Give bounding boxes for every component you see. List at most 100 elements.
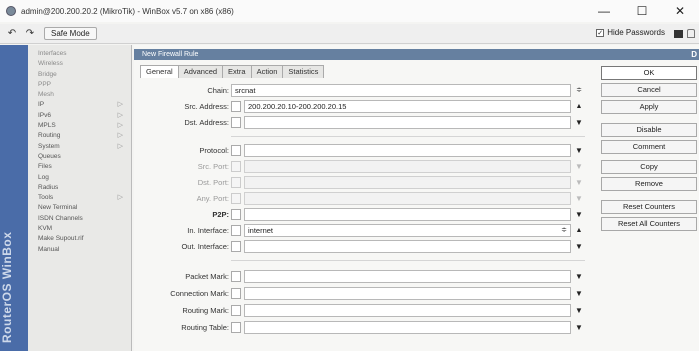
disable-button[interactable]: Disable bbox=[601, 123, 697, 137]
sidebar-item[interactable]: ISDN Channels bbox=[30, 214, 131, 224]
sidebar-item-label: Make Supout.rif bbox=[38, 235, 84, 243]
in-interface-negate-checkbox[interactable] bbox=[231, 225, 241, 236]
safe-mode-button[interactable]: Safe Mode bbox=[44, 27, 97, 40]
reset-all-counters-button[interactable]: Reset All Counters bbox=[601, 217, 697, 231]
close-button[interactable]: ✕ bbox=[661, 0, 699, 22]
sidebar-item-label: Routing bbox=[38, 132, 61, 140]
chain-select[interactable]: srcnat bbox=[231, 84, 571, 97]
sidebar-item[interactable]: MPLS ▷ bbox=[30, 121, 131, 131]
redo-icon[interactable]: ↷ bbox=[24, 28, 36, 39]
undo-icon[interactable]: ↶ bbox=[6, 28, 18, 39]
tab-statistics[interactable]: Statistics bbox=[282, 65, 325, 78]
out-interface-dropdown-icon[interactable]: ▼ bbox=[573, 241, 585, 253]
routing-mark-row: Routing Mark: ▼ bbox=[134, 303, 594, 319]
protocol-negate-checkbox[interactable] bbox=[231, 145, 241, 156]
p2p-dropdown-icon[interactable]: ▼ bbox=[573, 209, 585, 221]
ok-button[interactable]: OK bbox=[601, 66, 697, 80]
reset-counters-button[interactable]: Reset Counters bbox=[601, 200, 697, 214]
dialog-title-right-icon[interactable]: D bbox=[691, 49, 697, 60]
src-address-collapse-icon[interactable]: ▲ bbox=[573, 101, 585, 113]
hide-passwords-checkbox[interactable]: ✓ bbox=[596, 28, 605, 37]
src-address-row: Src. Address: 200.200.20.10-200.200.20.1… bbox=[134, 99, 594, 115]
routing-table-negate-checkbox[interactable] bbox=[231, 322, 241, 333]
submenu-arrow-icon: ▷ bbox=[117, 142, 123, 150]
dst-port-row: Dst. Port: ▼ bbox=[134, 175, 594, 191]
tab-general[interactable]: General bbox=[140, 65, 179, 78]
protocol-select[interactable] bbox=[244, 144, 571, 157]
routing-table-select[interactable] bbox=[244, 321, 571, 334]
p2p-select[interactable] bbox=[244, 208, 571, 221]
sidebar-item-label: Queues bbox=[38, 152, 61, 160]
out-interface-row: Out. Interface: ▼ bbox=[134, 239, 594, 255]
sidebar-item[interactable]: Interfaces bbox=[30, 49, 131, 59]
src-address-input[interactable]: 200.200.20.10-200.200.20.15 bbox=[244, 100, 571, 113]
cancel-button[interactable]: Cancel bbox=[601, 83, 697, 97]
dst-address-input[interactable] bbox=[244, 116, 571, 129]
in-interface-collapse-icon[interactable]: ▲ bbox=[573, 225, 585, 237]
dst-address-negate-checkbox[interactable] bbox=[231, 117, 241, 128]
minimize-button[interactable]: — bbox=[585, 0, 623, 22]
maximize-button[interactable]: ☐ bbox=[623, 0, 661, 22]
sidebar-item-label: Manual bbox=[38, 245, 60, 253]
sidebar-item[interactable]: Files bbox=[30, 162, 131, 172]
in-interface-dropdown-icon[interactable]: ≑ bbox=[558, 225, 570, 237]
sidebar-item[interactable]: Make Supout.rif bbox=[30, 234, 131, 244]
connection-mark-row: Connection Mark: ▼ bbox=[134, 286, 594, 302]
packet-mark-select[interactable] bbox=[244, 270, 571, 283]
p2p-label: P2P: bbox=[212, 210, 229, 219]
sidebar-item[interactable]: IPv6 ▷ bbox=[30, 111, 131, 121]
sidebar-item[interactable]: System ▷ bbox=[30, 142, 131, 152]
chain-dropdown-icon[interactable]: ≑ bbox=[573, 85, 585, 97]
sidebar-item[interactable]: New Terminal bbox=[30, 203, 131, 213]
packet-mark-dropdown-icon[interactable]: ▼ bbox=[573, 271, 585, 283]
sidebar-item[interactable]: IP ▷ bbox=[30, 100, 131, 110]
connection-mark-select[interactable] bbox=[244, 287, 571, 300]
connection-mark-dropdown-icon[interactable]: ▼ bbox=[573, 288, 585, 300]
routing-mark-dropdown-icon[interactable]: ▼ bbox=[573, 305, 585, 317]
p2p-negate-checkbox[interactable] bbox=[231, 209, 241, 220]
any-port-row: Any. Port: ▼ bbox=[134, 191, 594, 207]
sidebar-item[interactable]: Manual bbox=[30, 245, 131, 255]
copy-button[interactable]: Copy bbox=[601, 160, 697, 174]
dialog-title-bar: New Firewall Rule D bbox=[134, 49, 699, 60]
hide-passwords-toggle[interactable]: ✓ Hide Passwords bbox=[596, 28, 665, 37]
out-interface-negate-checkbox[interactable] bbox=[231, 241, 241, 252]
protocol-dropdown-icon[interactable]: ▼ bbox=[573, 145, 585, 157]
out-interface-select[interactable] bbox=[244, 240, 571, 253]
sidebar: RouterOS WinBox Interfaces Wireless Bridge… bbox=[0, 45, 132, 351]
sidebar-item[interactable]: KVM bbox=[30, 224, 131, 234]
sidebar-item[interactable]: PPP bbox=[30, 80, 131, 90]
dialog-title: New Firewall Rule bbox=[142, 51, 199, 58]
remove-button[interactable]: Remove bbox=[601, 177, 697, 191]
sidebar-item[interactable]: Wireless bbox=[30, 59, 131, 69]
sidebar-item[interactable]: Routing ▷ bbox=[30, 131, 131, 141]
connection-mark-negate-checkbox[interactable] bbox=[231, 288, 241, 299]
sidebar-item[interactable]: Queues bbox=[30, 152, 131, 162]
sidebar-item-label: Radius bbox=[38, 183, 59, 191]
tab-action[interactable]: Action bbox=[250, 65, 284, 78]
window-list-icon[interactable] bbox=[674, 30, 683, 38]
dst-address-dropdown-icon[interactable]: ▼ bbox=[573, 117, 585, 129]
tab-extra[interactable]: Extra bbox=[222, 65, 252, 78]
winbox-app-icon bbox=[6, 6, 16, 16]
sidebar-item[interactable]: Bridge bbox=[30, 70, 131, 80]
sidebar-item-label: System bbox=[38, 142, 60, 150]
routing-mark-select[interactable] bbox=[244, 304, 571, 317]
window-title-bar: admin@200.200.20.2 (MikroTik) - WinBox v… bbox=[0, 0, 699, 22]
routing-table-dropdown-icon[interactable]: ▼ bbox=[573, 322, 585, 334]
sidebar-item-label: Wireless bbox=[38, 60, 63, 68]
lock-icon[interactable] bbox=[687, 29, 695, 38]
src-address-negate-checkbox[interactable] bbox=[231, 101, 241, 112]
tab-advanced[interactable]: Advanced bbox=[177, 65, 224, 78]
comment-button[interactable]: Comment bbox=[601, 140, 697, 154]
sidebar-item[interactable]: Mesh bbox=[30, 90, 131, 100]
routing-mark-negate-checkbox[interactable] bbox=[231, 305, 241, 316]
sidebar-item[interactable]: Radius bbox=[30, 183, 131, 193]
routing-table-label: Routing Table: bbox=[181, 323, 229, 332]
sidebar-item[interactable]: Log bbox=[30, 173, 131, 183]
sidebar-item[interactable]: Tools ▷ bbox=[30, 193, 131, 203]
packet-mark-negate-checkbox[interactable] bbox=[231, 271, 241, 282]
p2p-row: P2P: ▼ bbox=[134, 207, 594, 223]
in-interface-select[interactable]: internet bbox=[244, 224, 571, 237]
apply-button[interactable]: Apply bbox=[601, 100, 697, 114]
